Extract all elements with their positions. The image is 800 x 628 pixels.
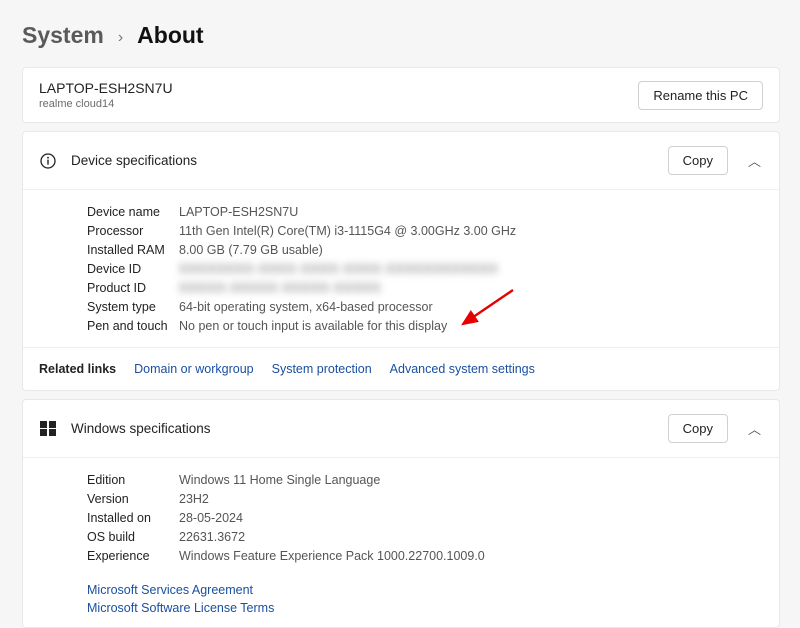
windows-icon [39, 421, 57, 437]
link-advanced-system-settings[interactable]: Advanced system settings [390, 362, 535, 376]
spec-key: Device name [87, 205, 179, 219]
chevron-up-icon[interactable]: ︿ [746, 151, 763, 170]
chevron-right-icon: › [118, 29, 123, 47]
spec-value: 11th Gen Intel(R) Core(TM) i3-1115G4 @ 3… [179, 224, 516, 238]
spec-key: Product ID [87, 281, 179, 295]
link-domain-workgroup[interactable]: Domain or workgroup [134, 362, 254, 376]
spec-value: 8.00 GB (7.79 GB usable) [179, 243, 323, 257]
link-system-protection[interactable]: System protection [272, 362, 372, 376]
pc-model: realme cloud14 [39, 98, 173, 110]
spec-key: Installed RAM [87, 243, 179, 257]
pc-card: LAPTOP-ESH2SN7U realme cloud14 Rename th… [22, 67, 780, 123]
windows-spec-header[interactable]: Windows specifications Copy ︿ [23, 400, 779, 458]
spec-value: 22631.3672 [179, 530, 245, 544]
spec-key: Edition [87, 473, 179, 487]
breadcrumb-parent[interactable]: System [22, 22, 104, 49]
windows-spec-card: Windows specifications Copy ︿ EditionWin… [22, 399, 780, 628]
spec-key: Processor [87, 224, 179, 238]
spec-key: Pen and touch [87, 319, 179, 333]
spec-value-redacted: XXXXX-XXXXX-XXXXX-XXXXX [179, 281, 381, 295]
spec-key: System type [87, 300, 179, 314]
spec-value: 64-bit operating system, x64-based proce… [179, 300, 433, 314]
info-icon [39, 153, 57, 169]
windows-spec-body: EditionWindows 11 Home Single Language V… [23, 458, 779, 577]
spec-value: No pen or touch input is available for t… [179, 319, 447, 333]
spec-key: Device ID [87, 262, 179, 276]
breadcrumb: System › About [22, 22, 780, 49]
copy-windows-spec-button[interactable]: Copy [668, 414, 728, 443]
page-title: About [137, 22, 203, 49]
device-spec-body: Device nameLAPTOP-ESH2SN7U Processor11th… [23, 190, 779, 347]
rename-pc-button[interactable]: Rename this PC [638, 81, 763, 110]
copy-device-spec-button[interactable]: Copy [668, 146, 728, 175]
link-ms-license-terms[interactable]: Microsoft Software License Terms [87, 599, 779, 617]
spec-value: 23H2 [179, 492, 209, 506]
spec-key: Experience [87, 549, 179, 563]
spec-key: Version [87, 492, 179, 506]
chevron-up-icon[interactable]: ︿ [746, 419, 763, 438]
device-spec-header[interactable]: Device specifications Copy ︿ [23, 132, 779, 190]
windows-spec-title: Windows specifications [71, 421, 654, 436]
spec-value: 28-05-2024 [179, 511, 243, 525]
device-spec-card: Device specifications Copy ︿ Device name… [22, 131, 780, 391]
device-spec-title: Device specifications [71, 153, 654, 168]
spec-value: Windows 11 Home Single Language [179, 473, 380, 487]
link-ms-services-agreement[interactable]: Microsoft Services Agreement [87, 581, 779, 599]
related-links-label: Related links [39, 362, 116, 376]
spec-key: Installed on [87, 511, 179, 525]
windows-legal-links: Microsoft Services Agreement Microsoft S… [23, 577, 779, 627]
spec-value: LAPTOP-ESH2SN7U [179, 205, 298, 219]
spec-value-redacted: XXXXXXXX-XXXX-XXXX-XXXX-XXXXXXXXXXXX [179, 262, 498, 276]
spec-key: OS build [87, 530, 179, 544]
pc-name: LAPTOP-ESH2SN7U [39, 80, 173, 96]
spec-value: Windows Feature Experience Pack 1000.227… [179, 549, 485, 563]
related-links-bar: Related links Domain or workgroup System… [23, 347, 779, 390]
